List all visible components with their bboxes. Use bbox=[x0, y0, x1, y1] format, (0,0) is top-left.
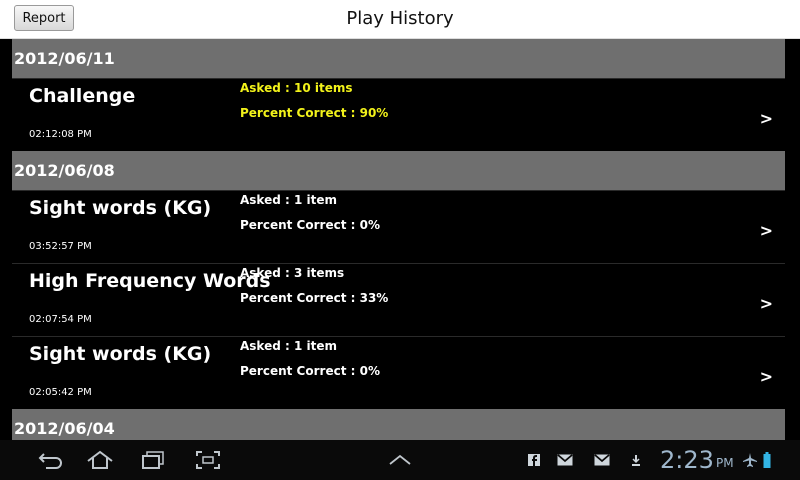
asked-count: Asked : 3 items bbox=[240, 266, 345, 280]
page-title: Play History bbox=[346, 8, 454, 29]
history-list[interactable]: 2012/06/11 Challenge 02:12:08 PM Asked :… bbox=[12, 39, 785, 440]
home-icon[interactable] bbox=[86, 450, 114, 470]
asked-count: Asked : 10 items bbox=[240, 81, 353, 95]
facebook-icon bbox=[528, 454, 540, 466]
session-title: Sight words (KG) bbox=[29, 197, 212, 219]
history-row[interactable]: Sight words (KG) 03:52:57 PM Asked : 1 i… bbox=[12, 190, 785, 263]
session-time: 03:52:57 PM bbox=[29, 241, 92, 252]
history-row[interactable]: High Frequency Words 02:07:54 PM Asked :… bbox=[12, 263, 785, 336]
percent-correct: Percent Correct : 0% bbox=[240, 364, 380, 378]
system-navigation-bar: 2:23 PM bbox=[0, 440, 800, 480]
status-clock: 2:23 bbox=[660, 446, 714, 474]
screenshot-icon[interactable] bbox=[195, 450, 221, 470]
asked-count: Asked : 1 item bbox=[240, 193, 337, 207]
status-ampm: PM bbox=[716, 456, 734, 470]
battery-icon bbox=[763, 452, 771, 468]
session-time: 02:07:54 PM bbox=[29, 314, 92, 325]
chevron-right-icon[interactable]: > bbox=[760, 109, 773, 128]
chevron-right-icon[interactable]: > bbox=[760, 221, 773, 240]
asked-count: Asked : 1 item bbox=[240, 339, 337, 353]
date-header: 2012/06/08 bbox=[12, 151, 785, 190]
back-icon[interactable] bbox=[38, 450, 64, 470]
session-time: 02:05:42 PM bbox=[29, 387, 92, 398]
session-title: Challenge bbox=[29, 85, 136, 107]
date-header: 2012/06/11 bbox=[12, 39, 785, 78]
gmail-icon bbox=[594, 454, 610, 466]
airplane-mode-icon bbox=[743, 453, 757, 467]
chevron-right-icon[interactable]: > bbox=[760, 294, 773, 313]
history-row[interactable]: Sight words (KG) 02:05:42 PM Asked : 1 i… bbox=[12, 336, 785, 409]
chevron-right-icon[interactable]: > bbox=[760, 367, 773, 386]
gmail-icon bbox=[557, 454, 573, 466]
session-time: 02:12:08 PM bbox=[29, 129, 92, 140]
session-title: High Frequency Words bbox=[29, 270, 271, 292]
percent-correct: Percent Correct : 0% bbox=[240, 218, 380, 232]
recent-apps-icon[interactable] bbox=[140, 450, 166, 470]
action-bar: Report Play History bbox=[0, 0, 800, 39]
download-icon bbox=[632, 455, 640, 466]
percent-correct: Percent Correct : 90% bbox=[240, 106, 389, 120]
date-header: 2012/06/04 bbox=[12, 409, 785, 440]
session-title: Sight words (KG) bbox=[29, 343, 212, 365]
percent-correct: Percent Correct : 33% bbox=[240, 291, 389, 305]
chevron-up-icon[interactable] bbox=[388, 454, 412, 466]
history-row[interactable]: Challenge 02:12:08 PM Asked : 10 items P… bbox=[12, 78, 785, 151]
